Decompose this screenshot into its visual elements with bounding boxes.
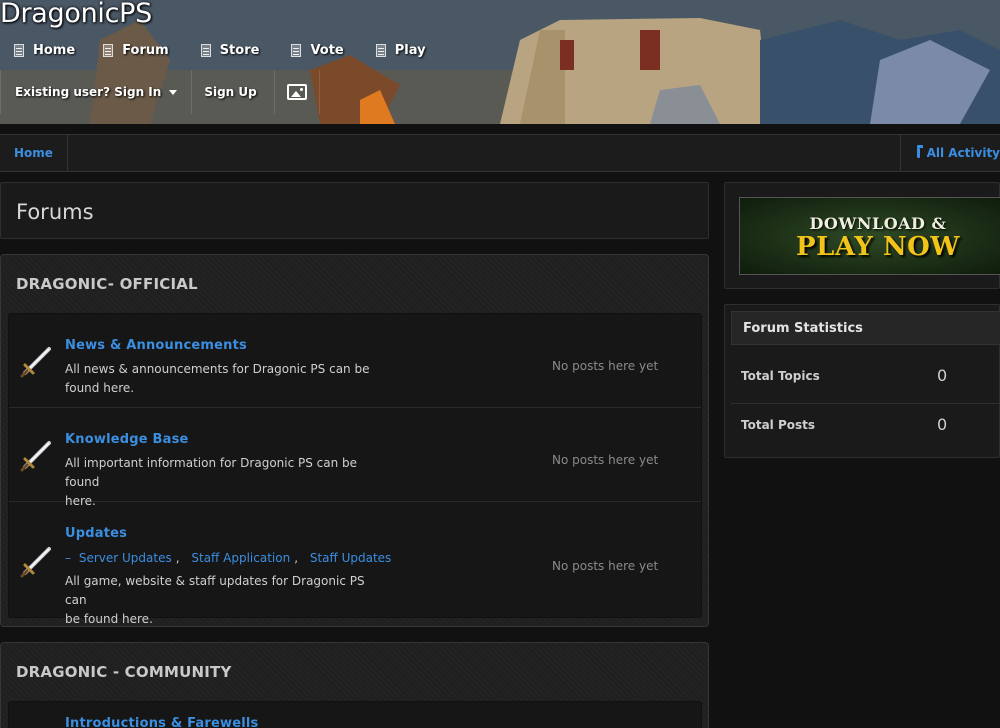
forum-description-line: All important information for Dragonic P… — [65, 456, 358, 489]
download-play-banner[interactable]: DOWNLOAD & PLAY NOW — [739, 197, 1000, 275]
stat-value: 0 — [937, 415, 948, 434]
sword-icon — [20, 347, 51, 378]
subforum-list: – Server Updates, Staff Application, Sta… — [65, 551, 395, 565]
nav-home-label: Home — [33, 42, 76, 58]
forum-category: DRAGONIC - COMMUNITY Introductions & Far… — [0, 642, 709, 728]
chevron-down-icon — [169, 89, 178, 95]
banner-line-1: DOWNLOAD & — [809, 214, 947, 233]
nav-forum[interactable]: Forum — [89, 36, 183, 64]
sign-up-link[interactable]: Sign Up — [192, 70, 275, 114]
page-icon — [291, 43, 302, 57]
forum-title-link[interactable]: Knowledge Base — [65, 432, 189, 447]
all-activity-link[interactable]: All Activity — [900, 135, 1000, 171]
stat-label: Total Topics — [741, 369, 820, 383]
stat-row: Total Posts 0 — [731, 402, 1000, 450]
forum-row: News & Announcements All news & announce… — [9, 314, 701, 408]
category-title[interactable]: DRAGONIC- OFFICIAL — [16, 275, 198, 293]
site-title[interactable]: DragonicPS — [0, 0, 152, 29]
nav-forum-label: Forum — [122, 42, 169, 58]
forum-description: All game, website & staff updates for Dr… — [65, 572, 385, 629]
sword-icon — [20, 441, 51, 472]
forum-category: DRAGONIC- OFFICIAL News & Announcements … — [0, 254, 709, 627]
forum-description-line: be found here. — [65, 612, 153, 626]
all-activity-label: All Activity — [926, 146, 1000, 160]
last-post-info: No posts here yet — [552, 359, 659, 373]
nav-store[interactable]: Store — [183, 36, 274, 64]
forum-title-link[interactable]: Introductions & Farewells — [65, 716, 259, 728]
nav-home[interactable]: Home — [0, 36, 89, 64]
nav-play[interactable]: Play — [358, 36, 440, 64]
image-button[interactable] — [275, 70, 320, 114]
subforum-link[interactable]: Server Updates — [79, 551, 172, 565]
stat-value: 0 — [937, 366, 948, 385]
forum-list: Introductions & Farewells — [8, 701, 702, 728]
forum-description-line: All news & announcements for Dragonic PS… — [65, 362, 370, 376]
image-icon — [286, 84, 307, 100]
subforum-prefix: – — [65, 551, 71, 565]
subforum-link[interactable]: Staff Updates — [310, 551, 391, 565]
forum-statistics-widget: Forum Statistics Total Topics 0 Total Po… — [724, 304, 1000, 458]
page-icon — [200, 43, 211, 57]
breadcrumb-home[interactable]: Home — [0, 135, 68, 171]
forum-title-link[interactable]: News & Announcements — [65, 338, 247, 353]
nav-store-label: Store — [219, 42, 260, 58]
nav-vote-label: Vote — [310, 42, 344, 58]
page-icon — [103, 43, 114, 57]
nav-vote[interactable]: Vote — [273, 36, 357, 64]
page-icon — [375, 43, 386, 57]
sword-icon — [20, 547, 51, 578]
stat-row: Total Topics 0 — [731, 353, 1000, 401]
forum-row: Introductions & Farewells — [9, 702, 701, 728]
forum-row: Knowledge Base All important information… — [9, 408, 701, 508]
banner-line-2: PLAY NOW — [796, 232, 960, 262]
forum-description-line: All game, website & staff updates for Dr… — [65, 574, 365, 607]
folder-open-icon — [917, 145, 923, 158]
category-title[interactable]: DRAGONIC - COMMUNITY — [16, 663, 232, 681]
sign-in-label: Existing user? Sign In — [15, 85, 162, 99]
forum-title-link[interactable]: Updates — [65, 526, 127, 541]
nav-play-label: Play — [394, 42, 426, 58]
page-title: Forums — [16, 200, 94, 224]
main-nav: Home Forum Store Vote Play — [0, 36, 440, 64]
subforum-link[interactable]: Staff Application — [191, 551, 290, 565]
widget-title: Forum Statistics — [731, 311, 1000, 345]
download-widget: DOWNLOAD & PLAY NOW — [724, 182, 1000, 289]
sign-in-dropdown[interactable]: Existing user? Sign In — [0, 70, 193, 114]
site-header: DragonicPS Home Forum Store Vote Play Ex… — [0, 0, 1000, 124]
stat-label: Total Posts — [741, 418, 816, 432]
breadcrumb: Home All Activity — [0, 134, 1000, 172]
sign-up-label: Sign Up — [204, 85, 257, 99]
subforum-separator: , — [175, 551, 180, 565]
subforum-separator: , — [294, 551, 299, 565]
forum-description: All news & announcements for Dragonic PS… — [65, 360, 385, 398]
last-post-info: No posts here yet — [552, 559, 659, 573]
forum-list: News & Announcements All news & announce… — [8, 313, 702, 626]
page-icon — [14, 43, 24, 57]
forum-row: Updates – Server Updates, Staff Applicat… — [9, 502, 701, 626]
page-header: Forums — [0, 182, 709, 239]
forum-description-line: found here. — [65, 381, 135, 395]
user-bar: Existing user? Sign In Sign Up — [0, 70, 320, 114]
last-post-info: No posts here yet — [552, 453, 659, 467]
